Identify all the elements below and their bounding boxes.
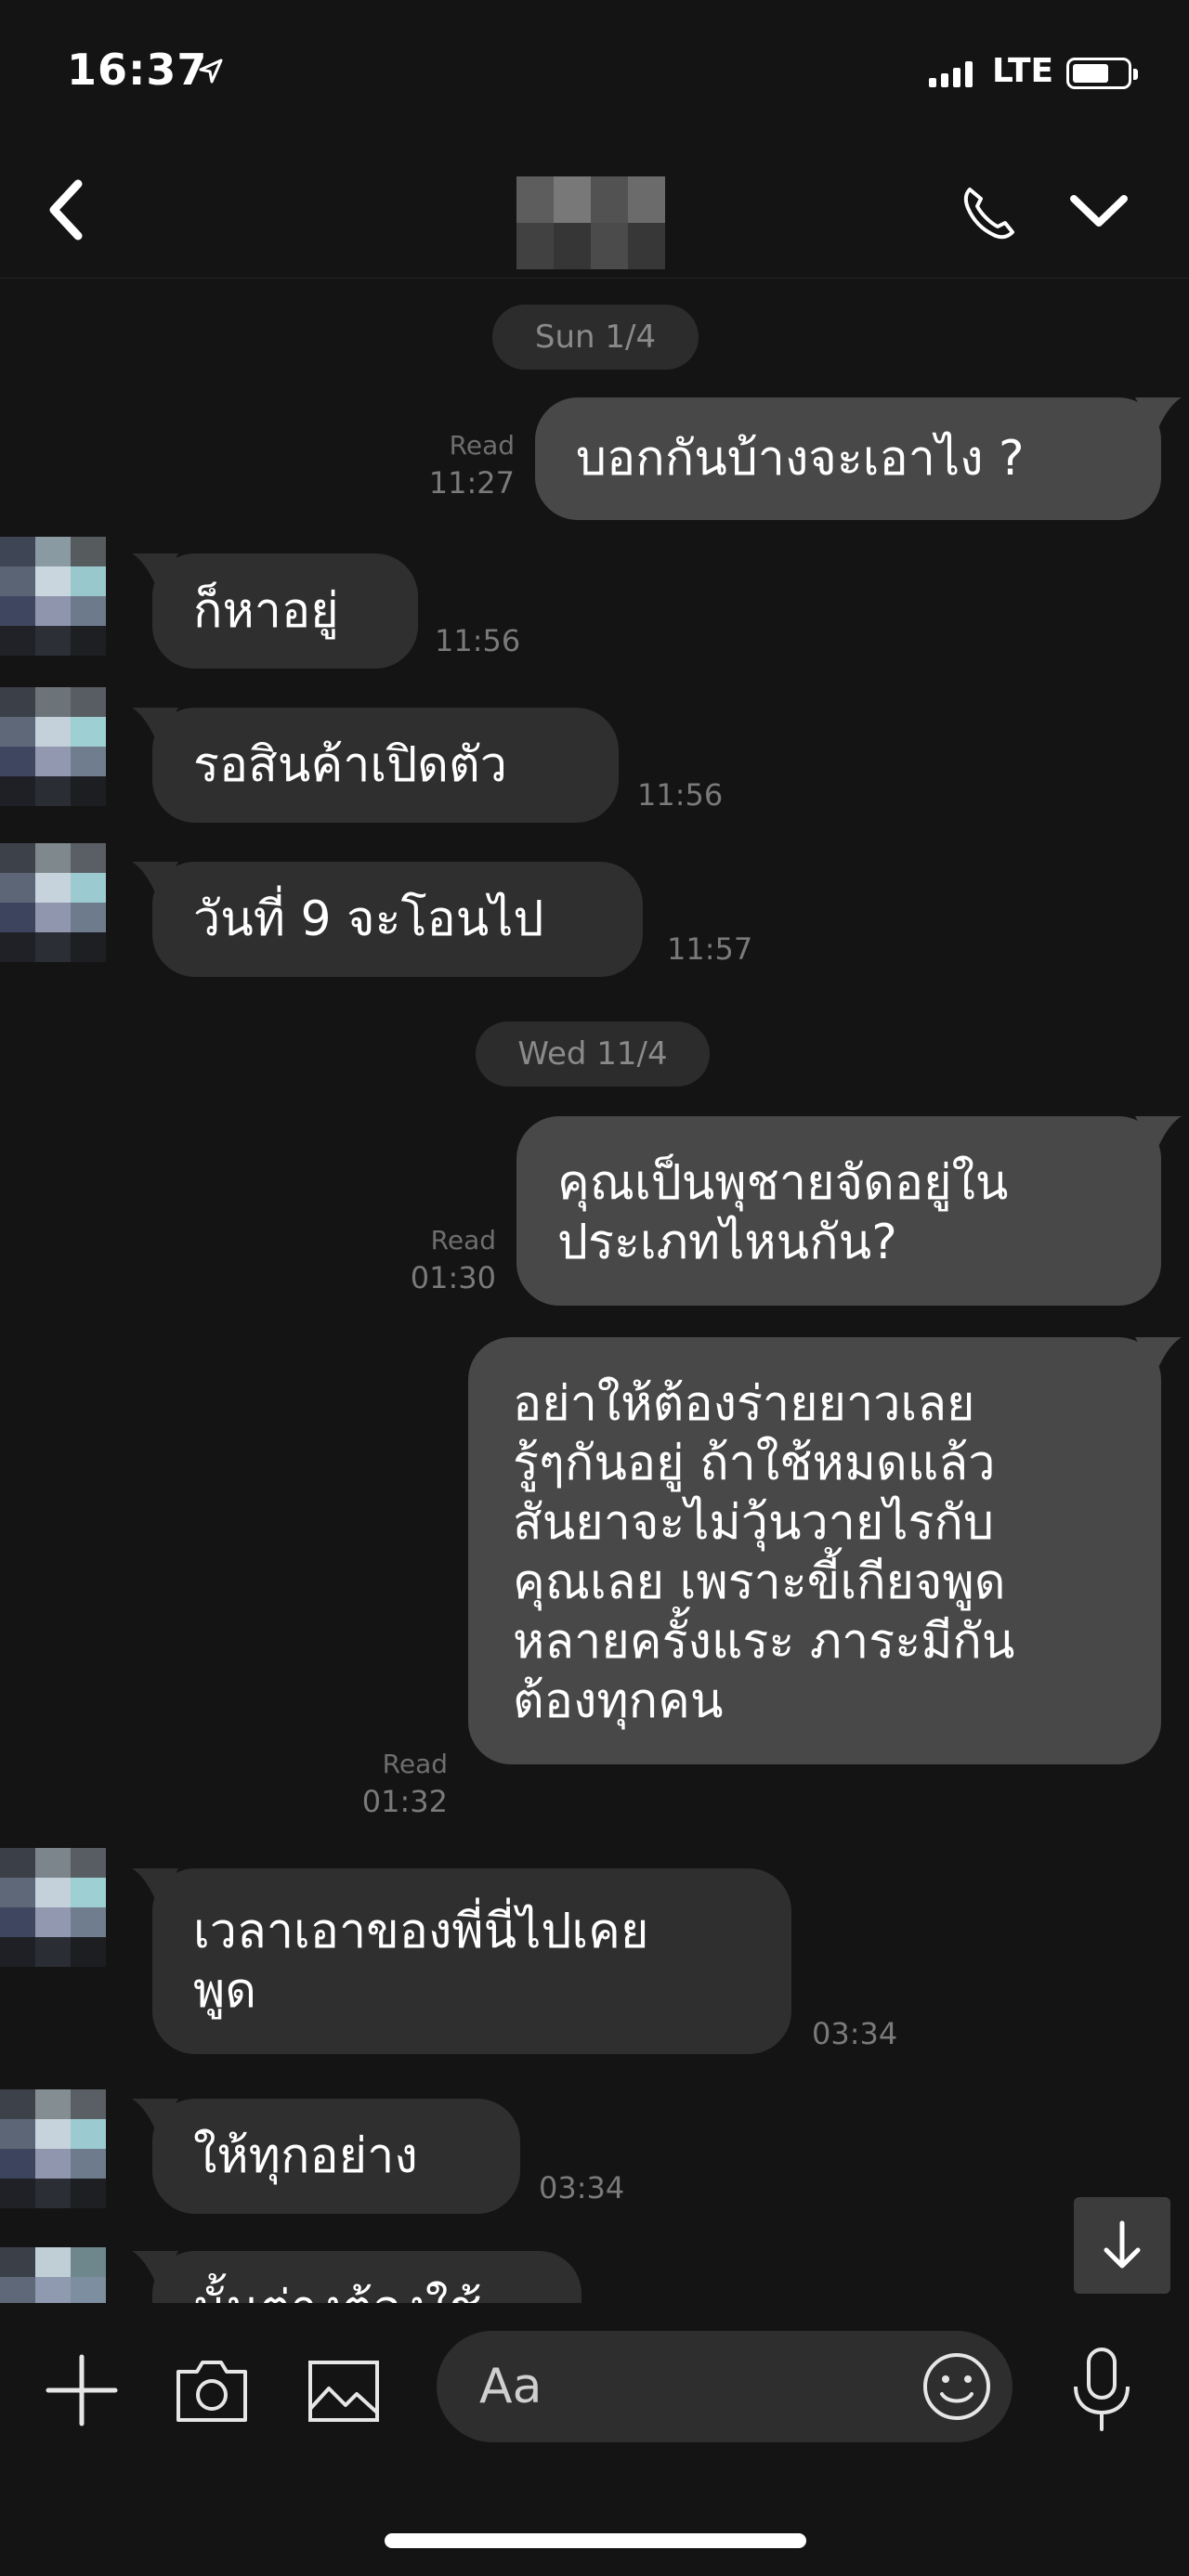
message-text-line: คุณเป็นพุชายจัดอยู่ใน <box>557 1155 1009 1211</box>
message-text: นั้นต่างต้องใช้ <box>193 2279 541 2305</box>
microphone-icon[interactable] <box>1065 2346 1139 2435</box>
incoming-message[interactable]: รอสินค้าเปิดตัว <box>132 708 619 823</box>
message-text-line: อย่าให้ต้องร่ายยาวเลย <box>513 1376 975 1432</box>
avatar[interactable] <box>0 537 121 657</box>
message-text-line: สันยาจะไม่วุ้นวายไรกับ <box>513 1495 994 1551</box>
message-text: ให้ทุกอย่าง <box>193 2128 418 2184</box>
home-indicator[interactable] <box>385 2533 806 2548</box>
incoming-message[interactable]: วันที่ 9 จะโอนไป <box>132 862 643 977</box>
image-icon[interactable] <box>305 2353 383 2427</box>
message-time: 11:56 <box>637 777 724 813</box>
read-receipt: Read <box>449 430 515 461</box>
message-time: 01:32 <box>361 1784 448 1819</box>
message-text-line: เวลาเอาของพี่นี่ไปเคย <box>193 1904 649 1959</box>
chevron-down-icon[interactable] <box>1066 184 1131 240</box>
message-time: 11:56 <box>435 623 521 658</box>
date-separator: Wed 11/4 <box>476 1021 710 1086</box>
message-text: รอสินค้าเปิดตัว <box>193 737 507 793</box>
message-text-line: คุณเลย เพราะขี้เกียจพูด <box>513 1555 1006 1610</box>
input-bar <box>0 2303 1189 2489</box>
plus-icon[interactable] <box>45 2353 119 2427</box>
avatar[interactable] <box>0 2247 121 2303</box>
message-time: 11:27 <box>428 465 515 501</box>
incoming-message[interactable]: เวลาเอาของพี่นี่ไปเคย พูด <box>132 1868 791 2054</box>
camera-icon[interactable] <box>173 2353 251 2427</box>
read-receipt: Read <box>382 1749 448 1779</box>
avatar[interactable] <box>0 2089 121 2210</box>
location-arrow-icon <box>199 59 223 84</box>
outgoing-message[interactable]: คุณเป็นพุชายจัดอยู่ใน ประเภทไหนกัน? <box>516 1116 1182 1306</box>
avatar[interactable] <box>0 1848 121 1969</box>
date-separator: Sun 1/4 <box>492 305 699 370</box>
battery-icon <box>1066 58 1138 89</box>
message-text-line: พูด <box>193 1963 257 2019</box>
avatar[interactable] <box>0 843 121 964</box>
chat-header <box>0 139 1189 279</box>
read-receipt: Read <box>430 1225 496 1255</box>
outgoing-message[interactable]: อย่าให้ต้องร่ายยาวเลย รู้ๆกันอยู่ ถ้าใช้… <box>468 1337 1182 1764</box>
message-text: วันที่ 9 จะโอนไป <box>193 891 544 947</box>
message-meta: Read 11:27 <box>409 427 515 501</box>
partial-message-clip: นั้นต่างต้องใช้ <box>132 2247 615 2305</box>
arrow-down-icon <box>1104 2220 1141 2269</box>
message-time: 01:30 <box>410 1260 496 1295</box>
avatar[interactable] <box>0 687 121 808</box>
incoming-message[interactable]: ก็หาอยู่ <box>132 553 418 669</box>
message-text-line: รู้ๆกันอยู่ ถ้าใช้หมดแล้ว <box>513 1436 996 1491</box>
message-text: ก็หาอยู่ <box>193 583 339 639</box>
message-text-line: ต้องทุกคน <box>513 1673 724 1729</box>
incoming-message[interactable]: ให้ทุกอย่าง <box>132 2099 520 2214</box>
message-time: 03:34 <box>539 2170 625 2205</box>
network-label: LTE <box>992 52 1054 90</box>
message-text-line: ประเภทไหนกัน? <box>557 1215 897 1270</box>
phone-icon[interactable] <box>957 180 1022 245</box>
message-text-line: หลายครั้งแระ ภาระมีกัน <box>513 1614 1015 1670</box>
message-meta: Read 01:32 <box>340 1746 448 1820</box>
status-time: 16:37 <box>67 45 208 95</box>
contact-name-blurred[interactable] <box>516 176 665 269</box>
message-text: บอกกันบ้างจะเอาไง ? <box>576 431 1025 487</box>
message-time: 11:57 <box>667 931 753 967</box>
scroll-to-bottom-button[interactable] <box>1074 2197 1170 2294</box>
message-meta: Read 01:30 <box>390 1222 496 1296</box>
message-time: 03:34 <box>812 2016 898 2051</box>
incoming-message[interactable]: นั้นต่างต้องใช้ <box>132 2251 581 2305</box>
status-bar: 16:37 LTE <box>0 0 1189 139</box>
smiley-icon[interactable] <box>920 2349 994 2424</box>
chat-screen: 16:37 LTE Sun 1/4 บอกกันบ้างจะเอาไง ? Re… <box>0 0 1189 2576</box>
back-button[interactable] <box>37 175 102 245</box>
outgoing-message[interactable]: บอกกันบ้างจะเอาไง ? <box>535 397 1182 520</box>
signal-icon <box>929 59 973 87</box>
